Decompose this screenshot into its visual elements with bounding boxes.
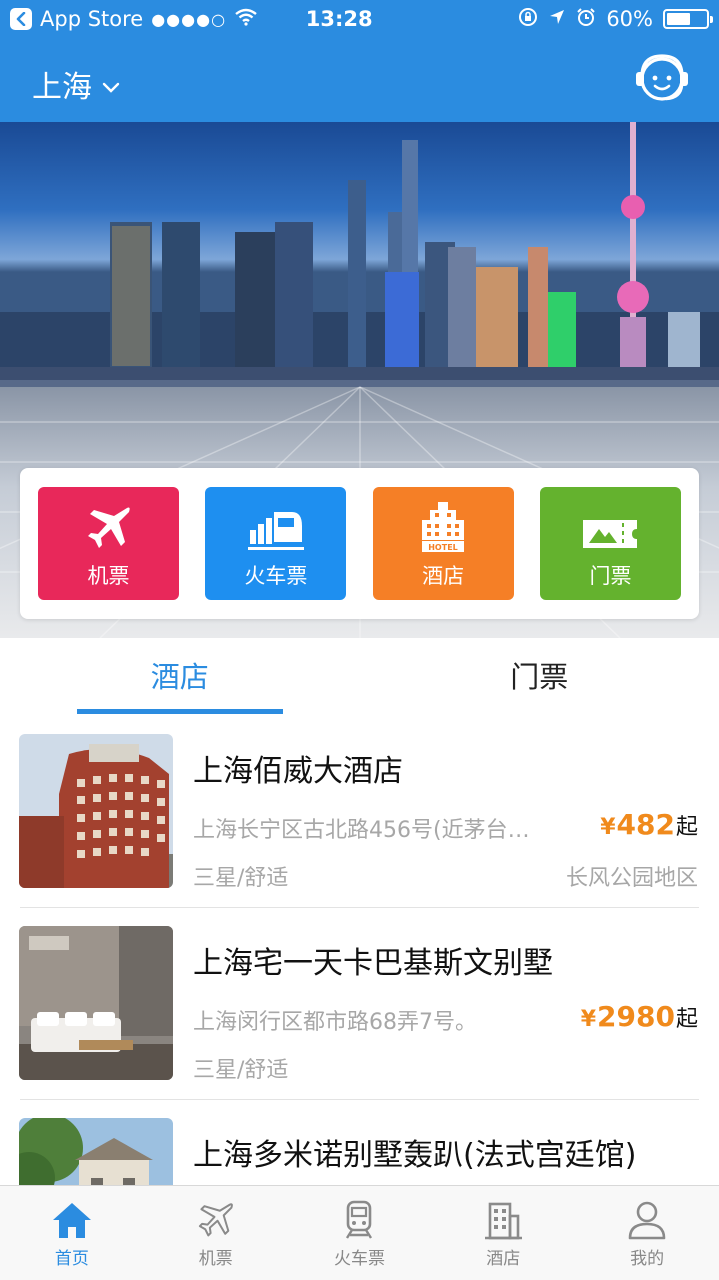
wifi-icon [234,7,258,31]
hotel-area: 长风公园地区 [565,866,698,891]
bottom-tab-bar: 首页 机票 火车票 酒店 我的 [0,1185,719,1280]
hotel-entry-label: 酒店 [422,564,465,588]
hotel-sign-text: HOTEL [428,543,458,552]
hotel-price: ¥ 482 起 [600,808,698,841]
home-icon [52,1203,91,1238]
train-icon [346,1200,373,1239]
hotel-name: 上海多米诺别墅轰趴(法式宫廷馆) [193,1138,637,1173]
hotel-list-item[interactable]: 上海宅一天卡巴基斯文别墅 上海闵行区都市路68弄7号。 ¥ 2980 起 三星/… [0,908,719,1100]
hotel-list-item[interactable]: 上海多米诺别墅轰趴(法式宫廷馆) [0,1100,719,1185]
price-value: 482 [616,808,675,841]
hotel-address: 上海长宁区古北路456号(近茅台… [193,818,530,843]
price-currency: ¥ [580,1007,597,1032]
tabbar-train[interactable]: 火车票 [288,1186,432,1280]
hotel-entry-button[interactable]: HOTEL 酒店 [372,487,514,600]
price-suffix: 起 [675,1007,698,1032]
ticket-entry-button[interactable]: 门票 [539,487,681,600]
city-selector[interactable]: 上海 [32,62,120,106]
tabbar-home-label: 首页 [54,1249,89,1269]
quick-entry-panel: 机票 火车票 HOTEL 酒店 门票 [20,468,699,619]
tabbar-train-label: 火车票 [333,1249,385,1269]
tabbar-mine[interactable]: 我的 [575,1186,719,1280]
carrier-label[interactable]: App Store [40,7,143,31]
status-left: App Store ●●●●○ [10,7,280,31]
city-label: 上海 [32,70,92,105]
battery-level [667,13,690,25]
flight-entry-button[interactable]: 机票 [38,487,179,600]
status-right: 60% [518,7,713,32]
train-icon [247,512,304,550]
status-time: 13:28 [305,7,373,31]
hotel-grade: 三星/舒适 [193,1058,289,1083]
chevron-down-icon [102,67,120,102]
hotel-price: ¥ 2980 起 [581,1000,698,1033]
location-icon [548,7,566,31]
hotel-name: 上海佰威大酒店 [193,754,403,789]
rotation-lock-icon [518,7,538,32]
hotel-grade: 三星/舒适 [193,866,289,891]
nav-bar: 上海 [0,38,719,122]
status-bar: App Store ●●●●○ 13:28 60% [0,0,719,38]
customer-service-icon[interactable] [633,52,691,104]
airplane-icon [87,507,130,548]
tabbar-home[interactable]: 首页 [0,1186,144,1280]
tabbar-mine-label: 我的 [630,1249,665,1269]
alarm-icon [576,7,596,32]
ticket-icon [583,520,638,548]
hotel-thumbnail [19,1118,173,1185]
signal-strength: ●●●●○ [151,9,227,29]
hotel-building-icon [485,1202,523,1240]
tabbar-hotel-label: 酒店 [486,1249,521,1269]
tabbar-flight-label: 机票 [198,1249,233,1269]
flight-entry-label: 机票 [87,564,130,588]
hotel-name: 上海宅一天卡巴基斯文别墅 [193,946,553,981]
hotel-icon: HOTEL [422,502,465,552]
tab-ticket[interactable]: 门票 [360,638,719,716]
train-entry-label: 火车票 [244,564,308,588]
hotel-thumbnail [19,926,173,1080]
price-value: 2980 [597,1000,675,1033]
battery-icon [663,9,713,29]
hotel-address: 上海闵行区都市路68弄7号。 [193,1010,477,1035]
train-entry-button[interactable]: 火车票 [205,487,347,600]
tab-hotel[interactable]: 酒店 [0,638,360,716]
category-tabs: 酒店 门票 [0,638,719,716]
user-icon [628,1201,666,1240]
back-to-app-icon[interactable] [10,8,32,30]
battery-percent: 60% [606,7,653,31]
tabbar-flight[interactable]: 机票 [144,1186,288,1280]
hotel-list-item[interactable]: 上海佰威大酒店 上海长宁区古北路456号(近茅台… ¥ 482 起 三星/舒适 … [0,716,719,908]
airplane-icon [198,1203,233,1237]
hotel-list: 上海佰威大酒店 上海长宁区古北路456号(近茅台… ¥ 482 起 三星/舒适 … [0,716,719,1185]
price-currency: ¥ [600,815,616,840]
ticket-entry-label: 门票 [589,564,632,588]
hotel-thumbnail [19,734,173,888]
tabbar-hotel[interactable]: 酒店 [431,1186,575,1280]
price-suffix: 起 [675,815,698,840]
